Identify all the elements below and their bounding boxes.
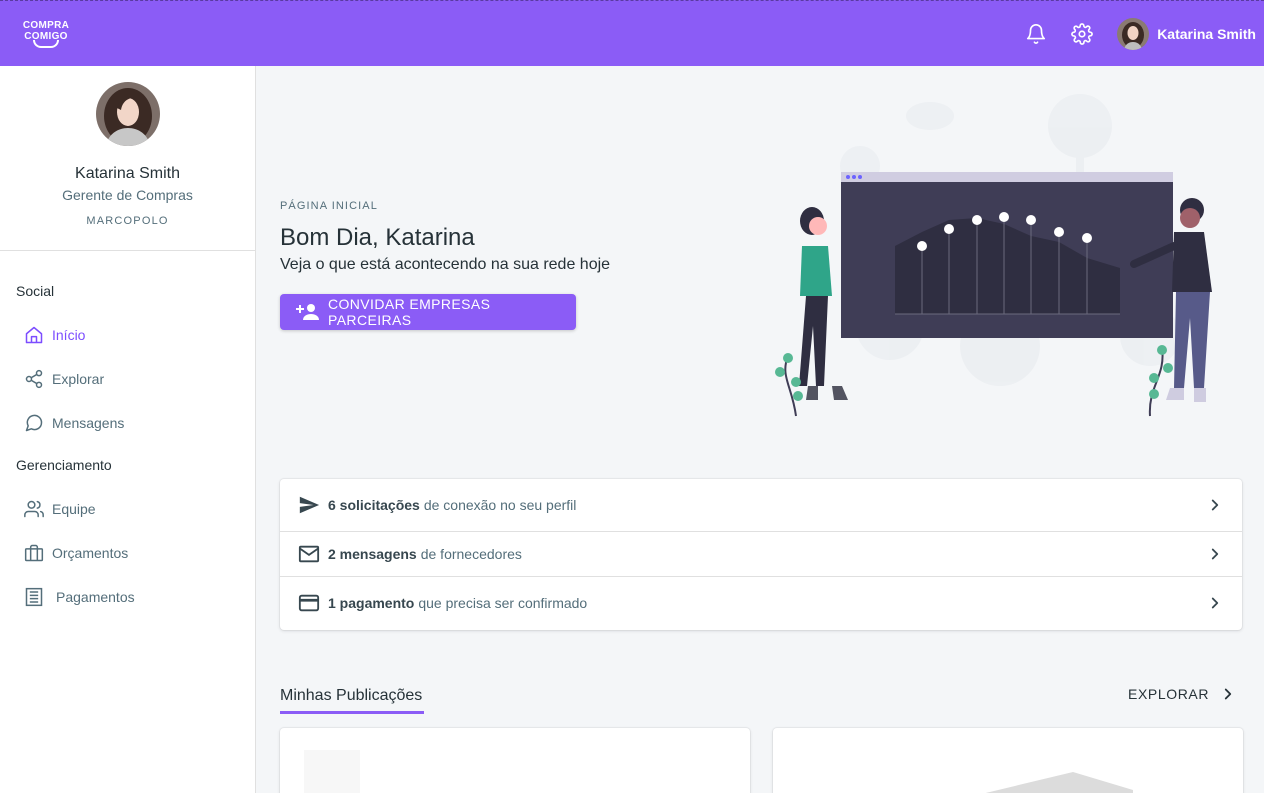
chat-bubble-icon (24, 413, 44, 433)
notification-count: 1 pagamento (328, 595, 415, 611)
sidebar-item-inicio[interactable]: Início (0, 313, 255, 357)
notification-payment[interactable]: 1 pagamento que precisa ser confirmado (280, 577, 1242, 629)
app-logo[interactable]: COMPRA COMIGO (22, 20, 70, 48)
profile-name: Katarina Smith (75, 165, 180, 182)
nav-section-social: Social (16, 283, 55, 299)
briefcase-icon (24, 543, 44, 563)
sidebar-item-label: Explorar (52, 371, 105, 387)
notifications-card: 6 solicitações de conexão no seu perfil … (280, 479, 1242, 630)
sidebar-item-mensagens[interactable]: Mensagens (0, 401, 255, 445)
chevron-right-icon (1206, 496, 1224, 514)
chevron-right-icon (1206, 594, 1224, 612)
top-app-bar: COMPRA COMIGO Katarina Smith (0, 0, 1264, 66)
topbar-actions: Katarina Smith (1013, 11, 1256, 57)
sidebar-item-label: Início (52, 327, 86, 343)
invite-button-label: CONVIDAR EMPRESAS PARCEIRAS (328, 296, 491, 328)
nav-section-management: Gerenciamento (16, 457, 112, 473)
profile-role: Gerente de Compras (62, 187, 193, 203)
gear-icon (1071, 22, 1094, 45)
publication-card[interactable] (280, 728, 750, 793)
share-icon (24, 369, 44, 389)
mail-icon (298, 543, 320, 565)
sidebar: Katarina Smith Gerente de Compras MARCOP… (0, 66, 256, 793)
notification-count: 6 solicitações (328, 497, 420, 513)
notification-text: de fornecedores (420, 546, 522, 562)
publications-tab[interactable]: Minhas Publicações (280, 687, 422, 705)
chevron-right-icon (1219, 685, 1237, 703)
settings-button[interactable] (1059, 11, 1105, 57)
publication-image (304, 750, 360, 793)
explore-label: EXPLORAR (1128, 686, 1210, 702)
credit-card-icon (298, 592, 320, 614)
notifications-button[interactable] (1013, 11, 1059, 57)
page-subtitle: Veja o que está acontecendo na sua rede … (280, 256, 611, 273)
send-icon (298, 494, 320, 516)
sidebar-item-label: Mensagens (52, 415, 125, 431)
profile-company: MARCOPOLO (86, 215, 169, 227)
logo-line-2: COMIGO (24, 30, 68, 42)
person-add-icon (296, 300, 320, 324)
dashboard-illustration (775, 94, 1212, 417)
top-user-name: Katarina Smith (1157, 25, 1256, 42)
notification-text: de conexão no seu perfil (423, 497, 577, 513)
sidebar-item-label: Pagamentos (56, 589, 135, 605)
avatar (1117, 17, 1150, 50)
home-icon (24, 325, 44, 345)
receipt-icon (24, 587, 44, 607)
page-overline: PÁGINA INICIAL (280, 200, 378, 212)
logo-line-1: COMPRA (22, 19, 70, 31)
page-title: Bom Dia, Katarina (280, 224, 475, 251)
avatar[interactable] (95, 82, 160, 146)
bell-icon (1027, 23, 1046, 44)
chevron-right-icon (1206, 545, 1224, 563)
main-content: PÁGINA INICIAL Bom Dia, Katarina Veja o … (256, 66, 1264, 793)
profile-card: Katarina Smith Gerente de Compras MARCOP… (0, 66, 255, 251)
explore-button[interactable]: EXPLORAR (1128, 685, 1237, 703)
tab-indicator (280, 711, 424, 714)
sidebar-item-pagamentos[interactable]: Pagamentos (0, 575, 255, 619)
sidebar-item-explorar[interactable]: Explorar (0, 357, 255, 401)
sidebar-item-orcamentos[interactable]: Orçamentos (0, 531, 255, 575)
user-menu[interactable]: Katarina Smith (1117, 17, 1256, 50)
notification-count: 2 mensagens (328, 546, 417, 562)
publication-image (985, 772, 1133, 793)
sidebar-nav: Social Início Explorar Mensagens Gerenci… (0, 251, 255, 619)
sidebar-item-equipe[interactable]: Equipe (0, 487, 255, 531)
users-icon (24, 499, 44, 519)
notification-supplier-messages[interactable]: 2 mensagens de fornecedores (280, 532, 1242, 577)
publication-card[interactable] (773, 728, 1243, 793)
sidebar-item-label: Equipe (52, 501, 96, 517)
sidebar-item-label: Orçamentos (52, 545, 129, 561)
notification-connection-requests[interactable]: 6 solicitações de conexão no seu perfil (280, 479, 1242, 532)
invite-partners-button[interactable]: CONVIDAR EMPRESAS PARCEIRAS (280, 294, 576, 330)
notification-text: que precisa ser confirmado (418, 595, 588, 611)
